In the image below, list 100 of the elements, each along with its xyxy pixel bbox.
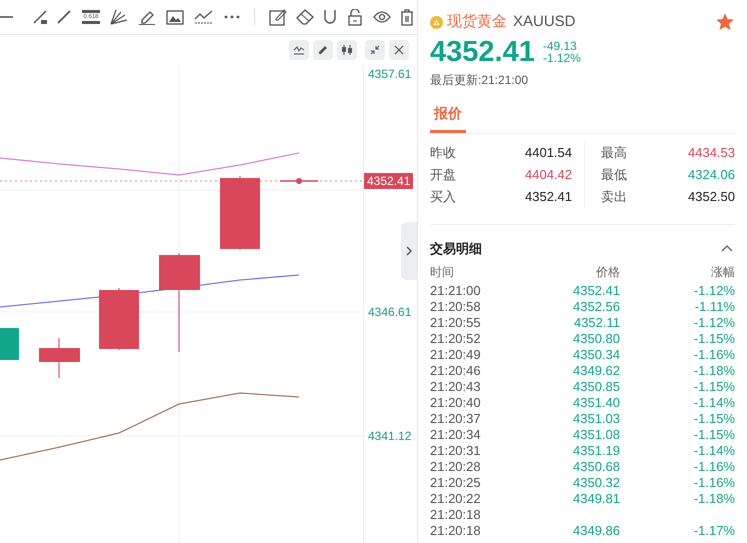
instrument-symbol: XAUUSD xyxy=(513,12,576,32)
table-cell-text: 21:20:46 xyxy=(430,362,482,378)
axis-label: 4341.12 xyxy=(368,429,412,443)
table-cell-text: 4351.40 xyxy=(572,394,620,410)
table-cell-text: 4350.85 xyxy=(572,378,620,394)
chevron-right-icon xyxy=(406,246,412,256)
table-cell-text: 4350.32 xyxy=(572,474,620,490)
stat-value: 4404.42 xyxy=(525,166,572,184)
table-cell-text: 21:20:55 xyxy=(430,314,482,330)
table-cell-text: 21:20:18 xyxy=(430,506,482,522)
fan-lines-icon[interactable] xyxy=(110,9,128,25)
segment-line-icon[interactable] xyxy=(32,9,48,25)
eraser-icon[interactable] xyxy=(296,9,314,25)
table-cell-text: -1.17% xyxy=(692,522,735,538)
table-cell-text: -1.16% xyxy=(692,474,735,490)
table-cell-text: 4350.34 xyxy=(572,346,620,362)
section-title: 交易明细 xyxy=(430,240,482,258)
table-cell-text: -1.15% xyxy=(692,330,735,346)
table-cell-text: 4352.56 xyxy=(572,298,620,314)
table-cell-text: 21:20:58 xyxy=(430,298,482,314)
table-cell-text: -1.15% xyxy=(692,426,735,442)
table-cell-text: -1.18% xyxy=(692,490,735,506)
last-price: 4352.41 xyxy=(430,35,535,69)
table-cell-text: 21:20:31 xyxy=(430,442,482,458)
column-header: 价格 xyxy=(595,264,620,280)
table-cell-text: -1.12% xyxy=(692,282,735,298)
table-cell-text: 4350.68 xyxy=(572,458,620,474)
trash-icon[interactable] xyxy=(400,8,414,26)
table-cell-text: -1.14% xyxy=(692,442,735,458)
trend-line-icon[interactable] xyxy=(194,9,214,25)
table-cell-text: 4351.08 xyxy=(572,426,620,442)
magnet-icon[interactable] xyxy=(323,9,337,25)
candle xyxy=(280,178,318,184)
table-cell-text: -1.18% xyxy=(692,362,735,378)
table-cell-text: -1.15% xyxy=(692,410,735,426)
table-cell-text: 4351.03 xyxy=(572,410,620,426)
close-button[interactable] xyxy=(389,40,409,60)
table-cell-text: 4349.81 xyxy=(572,490,620,506)
candle xyxy=(39,338,80,378)
indicator-button[interactable] xyxy=(289,40,309,60)
more-icon[interactable] xyxy=(224,15,240,19)
stat-value: 4352.41 xyxy=(525,188,572,206)
candle xyxy=(99,288,139,350)
table-cell-text: -1.12% xyxy=(692,314,735,330)
table-cell-text: 21:20:25 xyxy=(430,474,482,490)
stat-value: 4401.54 xyxy=(525,144,572,162)
candlestick-icon xyxy=(341,44,353,56)
pen-icon[interactable] xyxy=(138,9,156,25)
table-cell-text: 4352.11 xyxy=(572,314,620,330)
collapse-icon xyxy=(370,45,380,55)
draw-button[interactable] xyxy=(313,40,333,60)
table-cell-text: 21:20:43 xyxy=(430,378,482,394)
table-cell-text: 4349.86 xyxy=(572,522,620,538)
edit-icon[interactable] xyxy=(269,8,287,26)
last-updated: 最后更新:21:21:00 xyxy=(430,72,530,89)
table-cell-text: 4351.19 xyxy=(572,442,620,458)
table-cell-text: 21:20:22 xyxy=(430,490,482,506)
stat-label: 卖出 xyxy=(601,188,627,206)
pen-icon xyxy=(317,44,329,56)
table-cell-text: 4352.41 xyxy=(572,282,620,298)
stat-label: 买入 xyxy=(430,188,456,206)
candle xyxy=(0,328,19,360)
column-header: 时间 xyxy=(430,264,455,280)
percent-change: -1.12% xyxy=(542,52,581,64)
stat-value: 4434.53 xyxy=(688,144,735,162)
chevron-icon[interactable] xyxy=(721,245,733,252)
stat-label: 昨收 xyxy=(430,144,456,162)
unlock-icon[interactable] xyxy=(348,8,362,26)
stat-value: 4352.50 xyxy=(688,188,735,206)
indicator-icon xyxy=(293,45,305,55)
table-cell-text: 21:20:40 xyxy=(430,394,482,410)
table-cell-text: -1.16% xyxy=(692,458,735,474)
axis-label: 4357.61 xyxy=(368,67,412,81)
eye-icon[interactable] xyxy=(373,10,391,24)
image-icon[interactable] xyxy=(166,9,184,25)
table-cell-text: 21:20:28 xyxy=(430,458,482,474)
table-cell-text: -1.14% xyxy=(692,394,735,410)
table-cell-text: 4349.62 xyxy=(572,362,620,378)
axis-label: 4346.61 xyxy=(368,305,412,319)
instrument-name: 现货黄金 xyxy=(447,12,507,32)
table-cell-text: 21:20:52 xyxy=(430,330,482,346)
stat-label: 最低 xyxy=(601,166,627,184)
stat-label: 开盘 xyxy=(430,166,456,184)
table-cell-text: 21:21:00 xyxy=(430,282,482,298)
candlestick-button[interactable] xyxy=(337,40,357,60)
table-cell-text: -1.15% xyxy=(692,378,735,394)
table-cell-text: 21:20:18 xyxy=(430,522,482,538)
ray-line-icon[interactable] xyxy=(56,9,72,25)
expand-handle[interactable] xyxy=(401,222,417,280)
table-cell-text: -1.11% xyxy=(694,298,735,314)
close-icon xyxy=(394,45,404,55)
table-cell-text: 21:20:37 xyxy=(430,410,482,426)
last-price-label: 4352.41 xyxy=(364,173,414,189)
coin-icon xyxy=(430,16,443,28)
table-cell-text: 4350.80 xyxy=(572,330,620,346)
price-change: -49.13 xyxy=(542,40,578,52)
table-cell-text: 21:20:34 xyxy=(430,426,482,442)
collapse-button[interactable] xyxy=(365,40,385,60)
stat-label: 最高 xyxy=(601,144,627,162)
star-icon[interactable] xyxy=(717,14,733,30)
